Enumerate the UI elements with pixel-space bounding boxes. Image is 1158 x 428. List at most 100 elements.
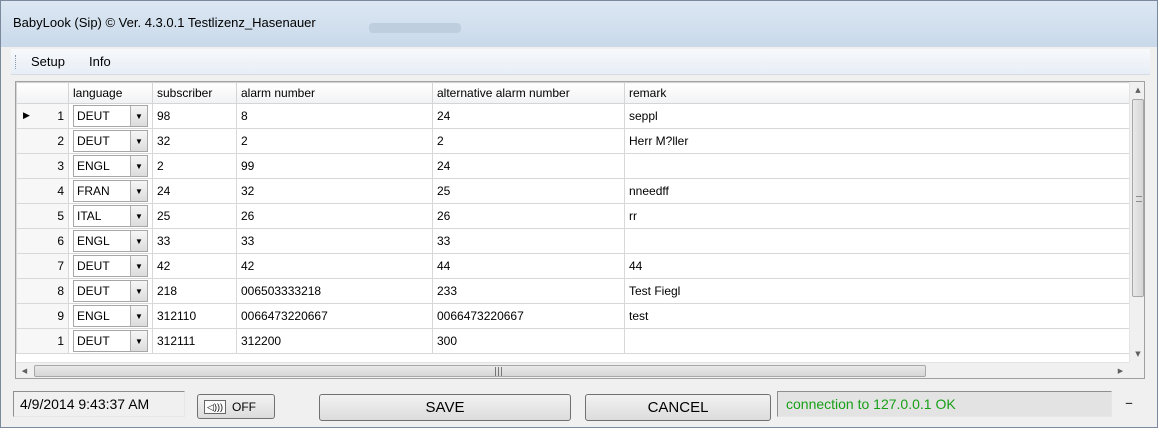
table-row[interactable]: 8 DEUT ▼ 218 006503333218 233 Test Fiegl [16, 278, 1130, 304]
alarm-number-cell[interactable]: 0066473220667 [236, 303, 433, 329]
alarm-number-cell[interactable]: 2 [236, 128, 433, 154]
row-header[interactable]: 5 [16, 203, 69, 229]
alternative-alarm-number-cell[interactable]: 0066473220667 [432, 303, 625, 329]
language-combo[interactable]: ENGL ▼ [73, 305, 148, 327]
scroll-right-arrow-icon[interactable]: ▶ [1112, 363, 1129, 378]
table-row[interactable]: 9 ENGL ▼ 312110 0066473220667 00664732206… [16, 303, 1130, 329]
language-combo[interactable]: ENGL ▼ [73, 230, 148, 252]
language-combo[interactable]: DEUT ▼ [73, 255, 148, 277]
save-button[interactable]: SAVE [319, 394, 571, 421]
remark-cell[interactable] [624, 328, 1130, 354]
table-row[interactable]: 6 ENGL ▼ 33 33 33 [16, 228, 1130, 254]
subscriber-cell[interactable]: 98 [152, 103, 237, 129]
subscriber-cell[interactable]: 24 [152, 178, 237, 204]
alarm-number-cell[interactable]: 8 [236, 103, 433, 129]
language-cell[interactable]: ENGL ▼ [68, 153, 153, 179]
minimize-icon[interactable]: – [1125, 393, 1133, 412]
menu-setup[interactable]: Setup [31, 54, 65, 69]
remark-cell[interactable]: Test Fiegl [624, 278, 1130, 304]
table-row[interactable]: 7 DEUT ▼ 42 42 44 44 [16, 253, 1130, 279]
sound-toggle-button[interactable]: ◁))) OFF [197, 394, 275, 419]
column-header-subscriber[interactable]: subscriber [152, 82, 237, 104]
remark-cell[interactable]: seppl [624, 103, 1130, 129]
alarm-number-cell[interactable]: 312200 [236, 328, 433, 354]
alternative-alarm-number-cell[interactable]: 24 [432, 153, 625, 179]
remark-cell[interactable] [624, 228, 1130, 254]
language-cell[interactable]: DEUT ▼ [68, 103, 153, 129]
dropdown-arrow-icon[interactable]: ▼ [130, 256, 147, 276]
alarm-number-cell[interactable]: 32 [236, 178, 433, 204]
alternative-alarm-number-cell[interactable]: 25 [432, 178, 625, 204]
horizontal-scrollbar[interactable]: ◀ ||| ▶ [16, 362, 1129, 378]
language-cell[interactable]: DEUT ▼ [68, 328, 153, 354]
alternative-alarm-number-cell[interactable]: 233 [432, 278, 625, 304]
language-combo[interactable]: ENGL ▼ [73, 155, 148, 177]
subscriber-cell[interactable]: 218 [152, 278, 237, 304]
subscriber-cell[interactable]: 42 [152, 253, 237, 279]
alarm-number-cell[interactable]: 99 [236, 153, 433, 179]
dropdown-arrow-icon[interactable]: ▼ [130, 131, 147, 151]
dropdown-arrow-icon[interactable]: ▼ [130, 331, 147, 351]
language-combo[interactable]: DEUT ▼ [73, 130, 148, 152]
alarm-number-cell[interactable]: 006503333218 [236, 278, 433, 304]
table-row[interactable]: ▶ 1 DEUT ▼ 98 8 24 seppl [16, 103, 1130, 129]
table-row[interactable]: 2 DEUT ▼ 32 2 2 Herr M?ller [16, 128, 1130, 154]
language-cell[interactable]: FRAN ▼ [68, 178, 153, 204]
dropdown-arrow-icon[interactable]: ▼ [130, 156, 147, 176]
row-header[interactable]: 8 [16, 278, 69, 304]
dropdown-arrow-icon[interactable]: ▼ [130, 106, 147, 126]
row-header[interactable]: 6 [16, 228, 69, 254]
scroll-up-arrow-icon[interactable]: ▲ [1130, 82, 1144, 98]
remark-cell[interactable]: nneedff [624, 178, 1130, 204]
language-combo[interactable]: ITAL ▼ [73, 205, 148, 227]
remark-cell[interactable]: Herr M?ller [624, 128, 1130, 154]
alternative-alarm-number-cell[interactable]: 2 [432, 128, 625, 154]
table-row[interactable]: 5 ITAL ▼ 25 26 26 rr [16, 203, 1130, 229]
row-header[interactable]: 4 [16, 178, 69, 204]
alternative-alarm-number-cell[interactable]: 26 [432, 203, 625, 229]
subscriber-cell[interactable]: 312111 [152, 328, 237, 354]
subscriber-cell[interactable]: 33 [152, 228, 237, 254]
language-cell[interactable]: ENGL ▼ [68, 303, 153, 329]
remark-cell[interactable]: test [624, 303, 1130, 329]
table-row[interactable]: 3 ENGL ▼ 2 99 24 [16, 153, 1130, 179]
vertical-scroll-thumb[interactable] [1132, 99, 1144, 297]
column-header-remark[interactable]: remark [624, 82, 1130, 104]
row-header[interactable]: 2 [16, 128, 69, 154]
table-row[interactable]: 1 DEUT ▼ 312111 312200 300 [16, 328, 1130, 354]
table-row[interactable]: 4 FRAN ▼ 24 32 25 nneedff [16, 178, 1130, 204]
row-header[interactable]: 1 [16, 328, 69, 354]
language-cell[interactable]: ITAL ▼ [68, 203, 153, 229]
alternative-alarm-number-cell[interactable]: 24 [432, 103, 625, 129]
remark-cell[interactable] [624, 153, 1130, 179]
row-header[interactable]: 3 [16, 153, 69, 179]
row-header[interactable]: 9 [16, 303, 69, 329]
vertical-scrollbar[interactable]: ▲ ▼ [1129, 82, 1144, 362]
horizontal-scroll-thumb[interactable]: ||| [34, 365, 926, 377]
column-header-alternative-alarm-number[interactable]: alternative alarm number [432, 82, 625, 104]
scroll-left-arrow-icon[interactable]: ◀ [16, 363, 33, 378]
alternative-alarm-number-cell[interactable]: 33 [432, 228, 625, 254]
column-header-language[interactable]: language [68, 82, 153, 104]
language-cell[interactable]: DEUT ▼ [68, 253, 153, 279]
dropdown-arrow-icon[interactable]: ▼ [130, 206, 147, 226]
row-header[interactable]: ▶ 1 [16, 103, 69, 129]
scroll-down-arrow-icon[interactable]: ▼ [1130, 346, 1144, 362]
language-combo[interactable]: DEUT ▼ [73, 105, 148, 127]
language-combo[interactable]: DEUT ▼ [73, 330, 148, 352]
language-cell[interactable]: DEUT ▼ [68, 278, 153, 304]
subscriber-cell[interactable]: 32 [152, 128, 237, 154]
cancel-button[interactable]: CANCEL [585, 394, 771, 421]
row-header[interactable]: 7 [16, 253, 69, 279]
remark-cell[interactable]: 44 [624, 253, 1130, 279]
alarm-number-cell[interactable]: 33 [236, 228, 433, 254]
language-combo[interactable]: DEUT ▼ [73, 280, 148, 302]
remark-cell[interactable]: rr [624, 203, 1130, 229]
alarm-number-cell[interactable]: 26 [236, 203, 433, 229]
language-cell[interactable]: ENGL ▼ [68, 228, 153, 254]
alarm-number-cell[interactable]: 42 [236, 253, 433, 279]
alternative-alarm-number-cell[interactable]: 300 [432, 328, 625, 354]
dropdown-arrow-icon[interactable]: ▼ [130, 281, 147, 301]
alternative-alarm-number-cell[interactable]: 44 [432, 253, 625, 279]
subscriber-cell[interactable]: 312110 [152, 303, 237, 329]
